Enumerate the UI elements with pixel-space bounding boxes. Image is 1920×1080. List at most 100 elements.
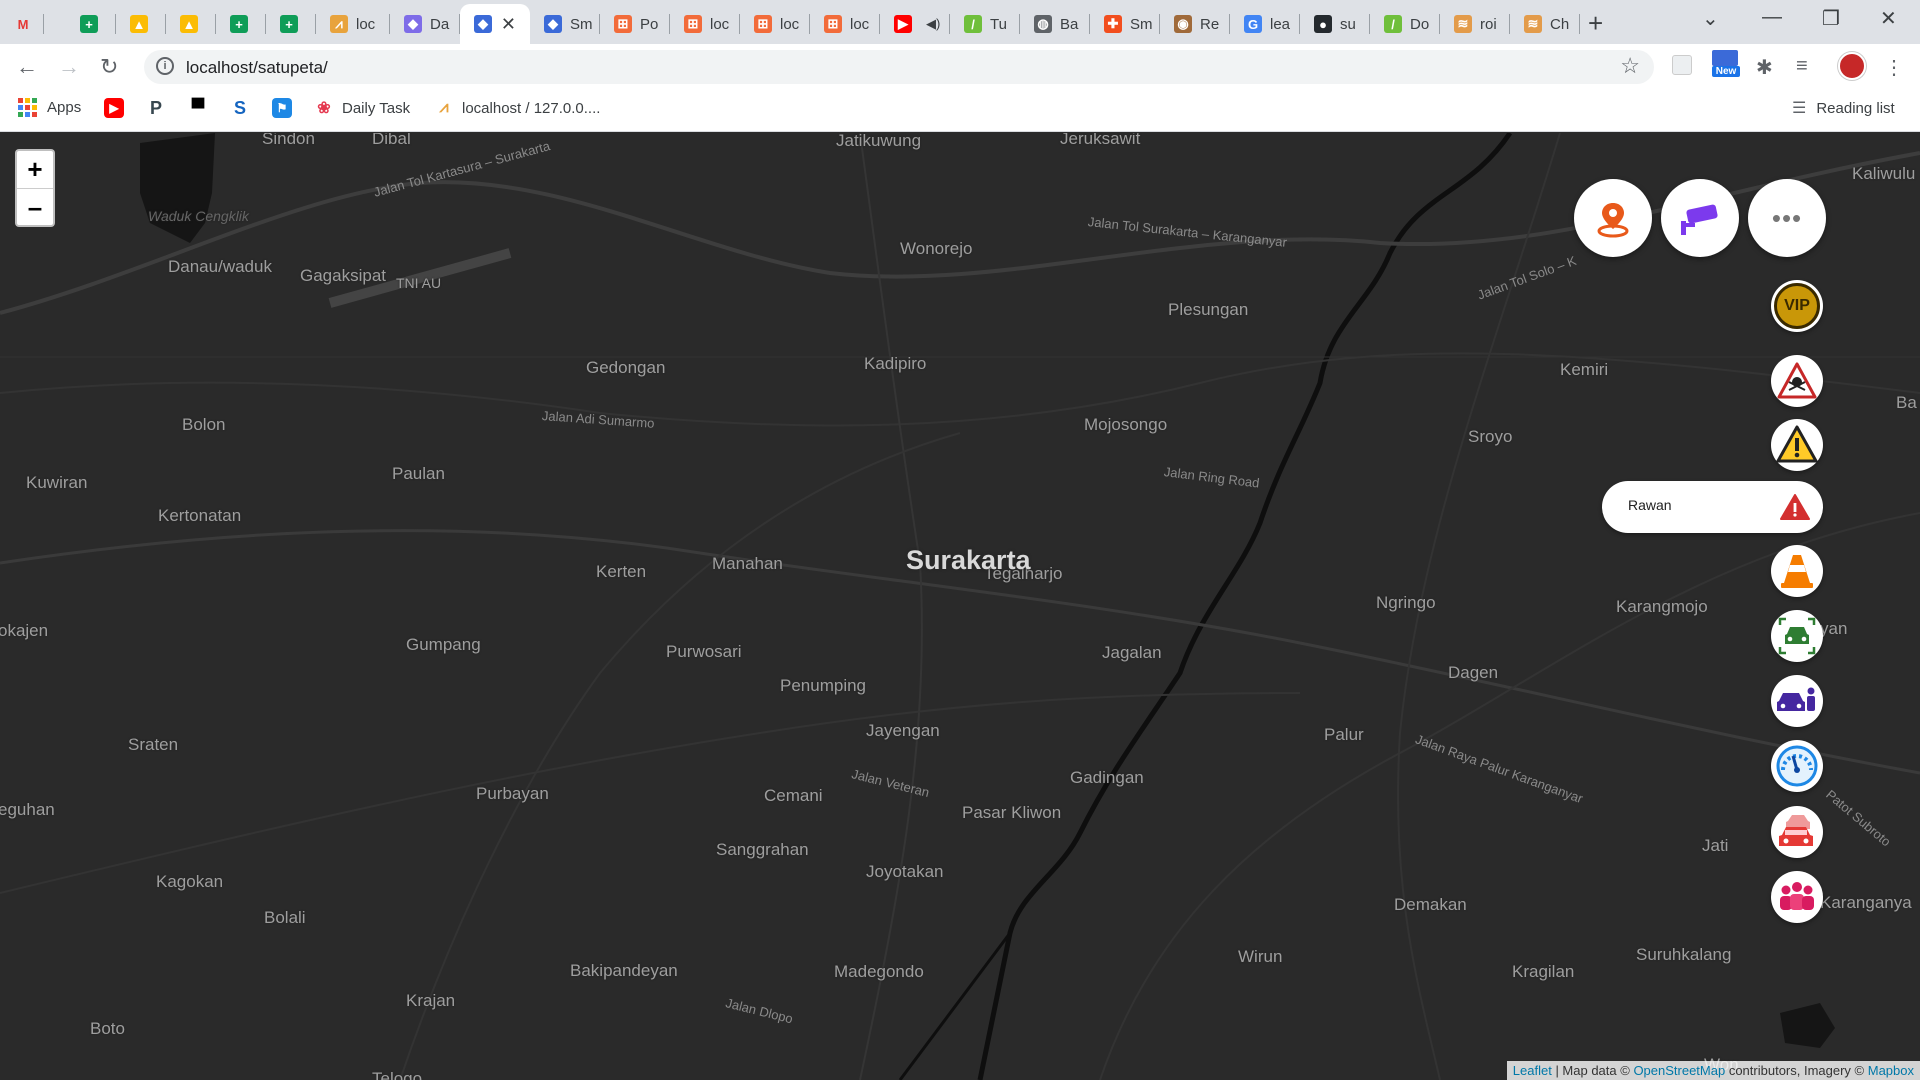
car-person-button[interactable] <box>1771 675 1823 727</box>
car-green-button[interactable] <box>1771 610 1823 662</box>
browser-tab[interactable]: ⊞ Po <box>600 4 670 44</box>
place-label: Bakipandeyan <box>570 961 678 980</box>
reading-list[interactable]: ☰ Reading list <box>1792 98 1895 118</box>
osm-link[interactable]: OpenStreetMap <box>1633 1063 1725 1078</box>
browser-tab[interactable]: ● su <box>1300 4 1370 44</box>
tab-label: lea <box>1270 15 1291 33</box>
zoom-out-button[interactable]: – <box>17 188 53 225</box>
attribution-text: contributors, Imagery © <box>1725 1063 1868 1078</box>
bookmark-p[interactable]: P <box>146 98 174 118</box>
stack-icon: ◆ <box>474 15 492 33</box>
back-button[interactable]: ← <box>16 54 38 80</box>
profile-avatar[interactable] <box>1838 52 1866 80</box>
browser-tab[interactable]: ≋ Ch <box>1510 4 1580 44</box>
cctv-button[interactable] <box>1661 179 1739 257</box>
browser-menu-icon[interactable]: ⋮ <box>1884 55 1904 80</box>
browser-tab[interactable]: ▲ <box>166 4 216 44</box>
browser-tab[interactable]: ◆ Sm <box>530 4 600 44</box>
bookmark-localhost[interactable]: ⩘ localhost / 127.0.0.... <box>434 98 600 118</box>
browser-tab[interactable]: / Do <box>1370 4 1440 44</box>
browser-tab[interactable]: ≋ roi <box>1440 4 1510 44</box>
bookmark-unsplash[interactable]: ▀ <box>188 98 216 118</box>
tab-search-chevron-icon[interactable]: ⌄ <box>1702 6 1719 31</box>
youtube-icon: ▶ <box>894 15 912 33</box>
tab-label: Po <box>640 15 659 33</box>
major-road <box>399 432 961 1080</box>
place-label: Dagen <box>1448 663 1499 682</box>
tab-label: Sm <box>570 15 593 33</box>
browser-tab[interactable]: ◆ ✕ <box>460 4 530 44</box>
speedometer-button[interactable] <box>1771 740 1823 792</box>
bookmark-star-icon[interactable]: ☆ <box>1620 53 1640 79</box>
vip-icon-text: VIP <box>1784 297 1810 314</box>
extension-blank-icon[interactable] <box>1672 55 1692 75</box>
car-person-icon <box>1777 687 1815 711</box>
browser-tab[interactable]: ✚ Sm <box>1090 4 1160 44</box>
place-label: Wonorejo <box>900 239 973 258</box>
browser-tab[interactable]: + <box>216 4 266 44</box>
address-bar[interactable]: i localhost/satupeta/ ☆ <box>144 50 1654 84</box>
crowd-button[interactable] <box>1771 871 1823 923</box>
bookmark-localhost-label: localhost / 127.0.0.... <box>462 99 601 117</box>
warning-button[interactable] <box>1771 419 1823 471</box>
mapbox-link[interactable]: Mapbox <box>1868 1063 1914 1078</box>
place-label: Karanganya <box>1820 893 1912 912</box>
browser-tab[interactable]: + <box>66 4 116 44</box>
tab-label: Ba <box>1060 15 1079 33</box>
site-info-icon[interactable]: i <box>156 57 174 75</box>
bookmark-daily-task-label: Daily Task <box>342 99 411 117</box>
flag-icon: ⚑ <box>272 98 292 118</box>
minimize-button[interactable]: — <box>1762 6 1782 29</box>
bookmark-blue[interactable]: ⚑ <box>272 98 300 118</box>
forward-button[interactable]: → <box>58 54 80 80</box>
leaflet-link[interactable]: Leaflet <box>1513 1063 1552 1078</box>
place-label: Kemiri <box>1560 360 1609 379</box>
daily-task-icon: ❀ <box>314 98 334 118</box>
more-button[interactable]: ••• <box>1748 179 1826 257</box>
zoom-in-button[interactable]: + <box>17 151 53 188</box>
browser-tab[interactable]: ◆ Da <box>390 4 460 44</box>
bookmark-youtube[interactable]: ▶ <box>104 98 132 118</box>
browser-tab[interactable]: Glea <box>1230 4 1300 44</box>
rawan-button[interactable]: Rawan <box>1602 481 1823 533</box>
place-label: Dibal <box>372 133 411 148</box>
bookmark-daily-task[interactable]: ❀ Daily Task <box>314 98 410 118</box>
browser-tab[interactable]: ⊞ loc <box>740 4 810 44</box>
browser-tab[interactable]: ⩘ loc <box>316 4 390 44</box>
reload-button[interactable]: ↻ <box>100 54 118 80</box>
browser-tab[interactable]: ⊞ loc <box>670 4 740 44</box>
maximize-button[interactable]: ❐ <box>1822 6 1840 31</box>
bookmark-s[interactable]: S <box>230 98 258 118</box>
place-label: Waduk Cengklik <box>148 208 249 224</box>
location-button[interactable] <box>1574 179 1652 257</box>
media-queue-icon[interactable]: ≡ <box>1796 55 1808 78</box>
place-label: Manahan <box>712 554 783 573</box>
browser-tab[interactable]: ◍ Ba <box>1020 4 1090 44</box>
browser-tab[interactable]: ▶ ◀) <box>880 4 950 44</box>
close-tab-icon[interactable]: ✕ <box>501 14 516 35</box>
browser-tab[interactable]: ⊞ loc <box>810 4 880 44</box>
extensions-puzzle-icon[interactable]: ✱ <box>1756 55 1773 80</box>
emblem-icon: ◉ <box>1174 15 1192 33</box>
stack-icon: ◆ <box>544 15 562 33</box>
stack-icon: ◆ <box>404 15 422 33</box>
car-crash-button[interactable] <box>1771 806 1823 858</box>
danger-button[interactable] <box>1771 355 1823 407</box>
bookmark-apps[interactable]: Apps <box>18 98 81 117</box>
browser-tab[interactable]: ◉ Re <box>1160 4 1230 44</box>
url-text[interactable]: localhost/satupeta/ <box>186 58 328 78</box>
close-window-button[interactable]: ✕ <box>1880 6 1897 31</box>
browser-tab[interactable]: / Tu <box>950 4 1020 44</box>
vip-button[interactable]: VIP <box>1771 280 1823 332</box>
map-canvas[interactable]: Sindon Dibal Jatikuwung Jeruksawit Kaliwulu W… <box>0 133 1920 1080</box>
traffic-cone-button[interactable] <box>1771 545 1823 597</box>
warning-icon <box>1776 425 1818 463</box>
browser-tab[interactable]: + <box>266 4 316 44</box>
speaker-icon[interactable]: ◀) <box>926 16 940 32</box>
place-label: Kerten <box>596 562 647 581</box>
new-tab-button[interactable]: + <box>1588 8 1603 39</box>
browser-tab[interactable]: ▲ <box>116 4 166 44</box>
extension-new-icon[interactable]: New <box>1712 50 1740 80</box>
browser-tab[interactable]: M <box>0 4 44 44</box>
tab-label: Do <box>1410 15 1430 33</box>
